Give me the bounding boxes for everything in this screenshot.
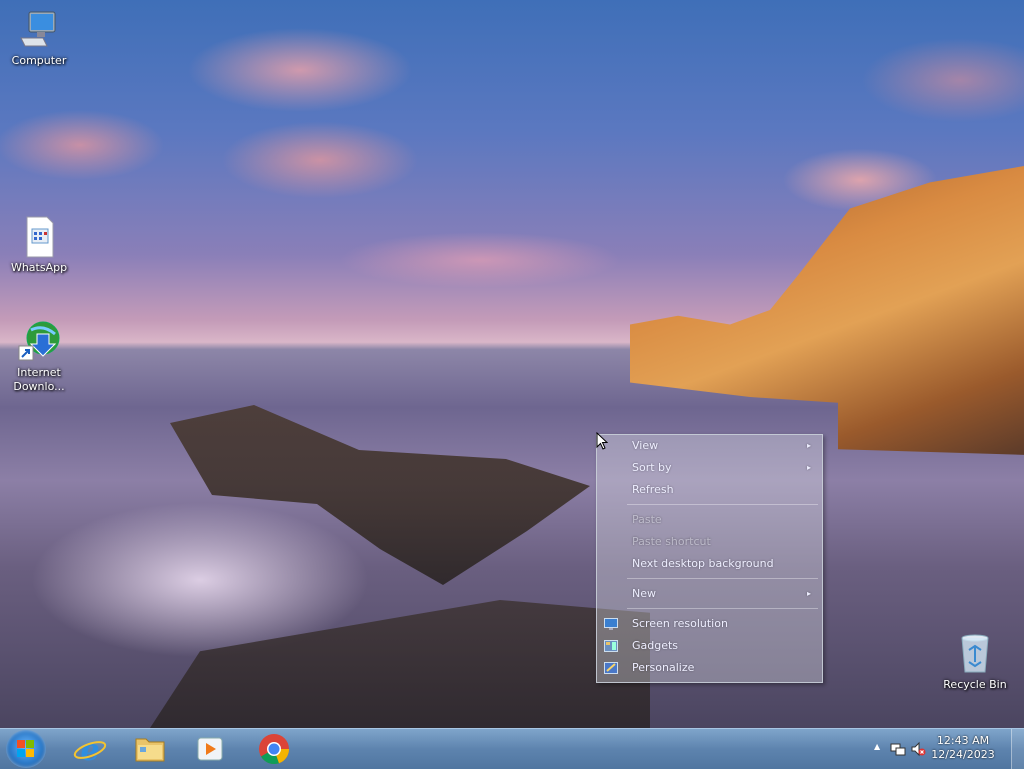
desktop-icon-internet-download-manager[interactable]: Internet Downlo... <box>1 320 77 394</box>
submenu-arrow-icon: ▸ <box>806 589 811 598</box>
recycle-bin-icon <box>953 632 997 676</box>
menu-item-paste-shortcut[interactable]: Paste shortcut <box>598 532 821 552</box>
desktop-icon-label: Downlo... <box>13 380 65 393</box>
menu-separator <box>627 608 818 609</box>
menu-item-next-desktop-background[interactable]: Next desktop background <box>598 554 821 574</box>
desktop-icon-label: Recycle Bin <box>943 678 1007 691</box>
taskbar-media-player[interactable] <box>182 731 238 767</box>
menu-item-paste[interactable]: Paste <box>598 510 821 530</box>
internet-download-manager-icon <box>17 320 61 364</box>
gadgets-icon <box>604 639 618 652</box>
menu-item-label: Personalize <box>632 661 695 674</box>
menu-separator <box>627 578 818 579</box>
menu-item-view[interactable]: View ▸ <box>598 436 821 456</box>
menu-item-gadgets[interactable]: Gadgets <box>598 636 821 656</box>
desktop-icon-recycle-bin[interactable]: Recycle Bin <box>937 632 1013 692</box>
menu-item-label: New <box>632 587 656 600</box>
personalize-icon <box>604 661 618 674</box>
menu-item-sort-by[interactable]: Sort by ▸ <box>598 458 821 478</box>
desktop-icon-whatsapp[interactable]: WhatsApp <box>1 215 77 275</box>
computer-icon <box>17 8 61 52</box>
menu-separator <box>627 504 818 505</box>
taskbar: e ▲ 12:43 AM 12/24/2023 <box>0 728 1024 769</box>
taskbar-internet-explorer[interactable]: e <box>62 731 118 768</box>
taskbar-chrome[interactable] <box>246 731 302 767</box>
taskbar-clock[interactable]: 12:43 AM 12/24/2023 <box>928 734 998 762</box>
menu-item-label: Refresh <box>632 483 674 496</box>
svg-text:e: e <box>80 733 99 767</box>
taskbar-file-explorer[interactable] <box>122 731 178 767</box>
chrome-icon <box>259 734 290 765</box>
system-tray: ▲ 12:43 AM 12/24/2023 <box>864 729 1024 769</box>
volume-muted-icon[interactable] <box>910 741 926 757</box>
document-icon <box>17 215 61 259</box>
menu-item-label: Gadgets <box>632 639 679 652</box>
menu-item-label: Screen resolution <box>632 617 728 630</box>
desktop-icon-label: WhatsApp <box>10 261 68 274</box>
menu-item-refresh[interactable]: Refresh <box>598 480 821 500</box>
menu-item-label: Next desktop background <box>632 557 774 570</box>
menu-item-new[interactable]: New ▸ <box>598 584 821 604</box>
menu-item-personalize[interactable]: Personalize <box>598 658 821 678</box>
menu-item-label: Paste shortcut <box>632 535 711 548</box>
desktop-context-menu: View ▸ Sort by ▸ Refresh Paste Paste sho… <box>596 434 823 683</box>
menu-item-label: Paste <box>632 513 662 526</box>
media-player-icon <box>197 737 223 761</box>
folder-icon <box>135 738 165 762</box>
submenu-arrow-icon: ▸ <box>806 441 811 450</box>
desktop-icon-label: Internet <box>17 366 61 379</box>
start-button[interactable] <box>6 730 46 768</box>
submenu-arrow-icon: ▸ <box>806 463 811 472</box>
menu-item-label: Sort by <box>632 461 672 474</box>
show-hidden-icons-button[interactable]: ▲ <box>874 742 880 751</box>
clock-time: 12:43 AM <box>936 734 990 747</box>
clock-date: 12/24/2023 <box>931 748 995 761</box>
internet-explorer-icon: e <box>73 733 107 768</box>
network-icon[interactable] <box>890 741 906 757</box>
mouse-cursor-icon <box>596 432 608 450</box>
menu-item-label: View <box>632 439 659 452</box>
desktop-background[interactable]: Computer WhatsApp Internet Downlo... Rec… <box>0 0 1024 728</box>
desktop-icon-label: Computer <box>11 54 67 67</box>
screen-resolution-icon <box>604 617 618 630</box>
menu-item-screen-resolution[interactable]: Screen resolution <box>598 614 821 634</box>
desktop-icon-computer[interactable]: Computer <box>1 8 77 68</box>
wallpaper-cliff <box>630 165 1024 455</box>
windows-logo-icon <box>17 740 35 758</box>
show-desktop-button[interactable] <box>1011 729 1024 769</box>
